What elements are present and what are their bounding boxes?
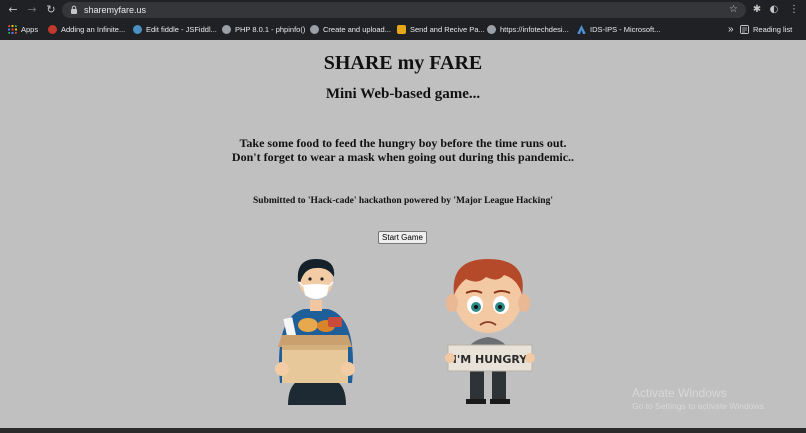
lock-icon: [71, 5, 77, 14]
azure-devops-icon: [577, 24, 586, 34]
instruction-text-2: Don't forget to wear a mask when going o…: [231, 150, 575, 164]
globe-icon: [310, 24, 319, 34]
bookmark-label: Apps: [21, 24, 39, 34]
masked-boy-illustration: [275, 259, 355, 405]
browser-toolbar: ← → ↻ sharemyfare.us ☆ ✱ ◐ ⋮: [0, 0, 806, 20]
bookmark-item[interactable]: Send and Recive Pa...: [397, 22, 485, 36]
bottom-edge-bar: [0, 428, 806, 433]
reading-list-button[interactable]: Reading list: [740, 22, 792, 36]
globe-icon: [487, 24, 496, 34]
bookmark-label: IDS-IPS - Microsoft...: [590, 24, 661, 34]
browser-chrome: ← → ↻ sharemyfare.us ☆ ✱ ◐ ⋮ Apps Adding…: [0, 0, 806, 40]
back-arrow-icon[interactable]: ←: [6, 3, 20, 17]
url-text: sharemyfare.us: [84, 5, 147, 15]
bookmark-favicon-icon: [48, 24, 57, 34]
reading-list-icon: [740, 24, 749, 34]
bookmark-label: Edit fiddle - JSFiddl...: [146, 24, 217, 34]
forward-arrow-icon[interactable]: →: [25, 3, 39, 17]
start-game-button[interactable]: Start Game: [378, 231, 427, 244]
extension-icon[interactable]: ◐: [767, 3, 781, 17]
bookmarks-bar: Apps Adding an Infinite... Edit fiddle -…: [0, 20, 806, 38]
reading-list-label: Reading list: [753, 24, 793, 34]
extensions-icon[interactable]: ✱: [750, 3, 764, 17]
apps-grid-icon: [8, 24, 17, 34]
bookmark-label: Send and Recive Pa...: [410, 24, 485, 34]
jsfiddle-cloud-icon: [133, 24, 142, 34]
bookmark-item[interactable]: Create and upload...: [310, 22, 391, 36]
hungry-boy-illustration: I'M HUNGRY: [445, 259, 535, 404]
bookmark-item[interactable]: IDS-IPS - Microsoft...: [577, 22, 660, 36]
bookmark-apps[interactable]: Apps: [8, 22, 38, 36]
hackathon-credit: Submitted to 'Hack-cade' hackathon power…: [253, 196, 553, 206]
bookmark-label: Adding an Infinite...: [61, 24, 126, 34]
page-subtitle: Mini Web-based game...: [325, 86, 481, 102]
watermark-line-2: Go to Settings to activate Windows.: [632, 401, 767, 411]
bookmark-label: Create and upload...: [323, 24, 391, 34]
bookmarks-overflow-button[interactable]: »: [728, 22, 734, 36]
hungry-sign-text: I'M HUNGRY: [453, 353, 528, 366]
instruction-text-1: Take some food to feed the hungry boy be…: [239, 136, 567, 150]
bookmark-item[interactable]: Adding an Infinite...: [48, 22, 125, 36]
page-title: SHARE my FARE: [323, 52, 483, 74]
bookmark-star-icon[interactable]: ☆: [729, 2, 738, 18]
bookmark-item[interactable]: PHP 8.0.1 - phpinfo(): [222, 22, 305, 36]
page-content: SHARE my FARE Mini Web-based game... Tak…: [0, 40, 806, 433]
bookmark-item[interactable]: https://infotechdesi...: [487, 22, 569, 36]
bookmark-label: https://infotechdesi...: [500, 24, 569, 34]
globe-icon: [222, 24, 231, 34]
activate-windows-watermark: Activate Windows Go to Settings to activ…: [632, 386, 766, 412]
watermark-line-1: Activate Windows: [632, 386, 727, 400]
address-bar[interactable]: sharemyfare.us ☆: [62, 2, 746, 18]
bookmark-favicon-icon: [397, 24, 406, 34]
bookmark-item[interactable]: Edit fiddle - JSFiddl...: [133, 22, 217, 36]
browser-menu-icon[interactable]: ⋮: [787, 3, 801, 17]
bookmark-label: PHP 8.0.1 - phpinfo(): [235, 24, 306, 34]
reload-icon[interactable]: ↻: [44, 3, 58, 17]
